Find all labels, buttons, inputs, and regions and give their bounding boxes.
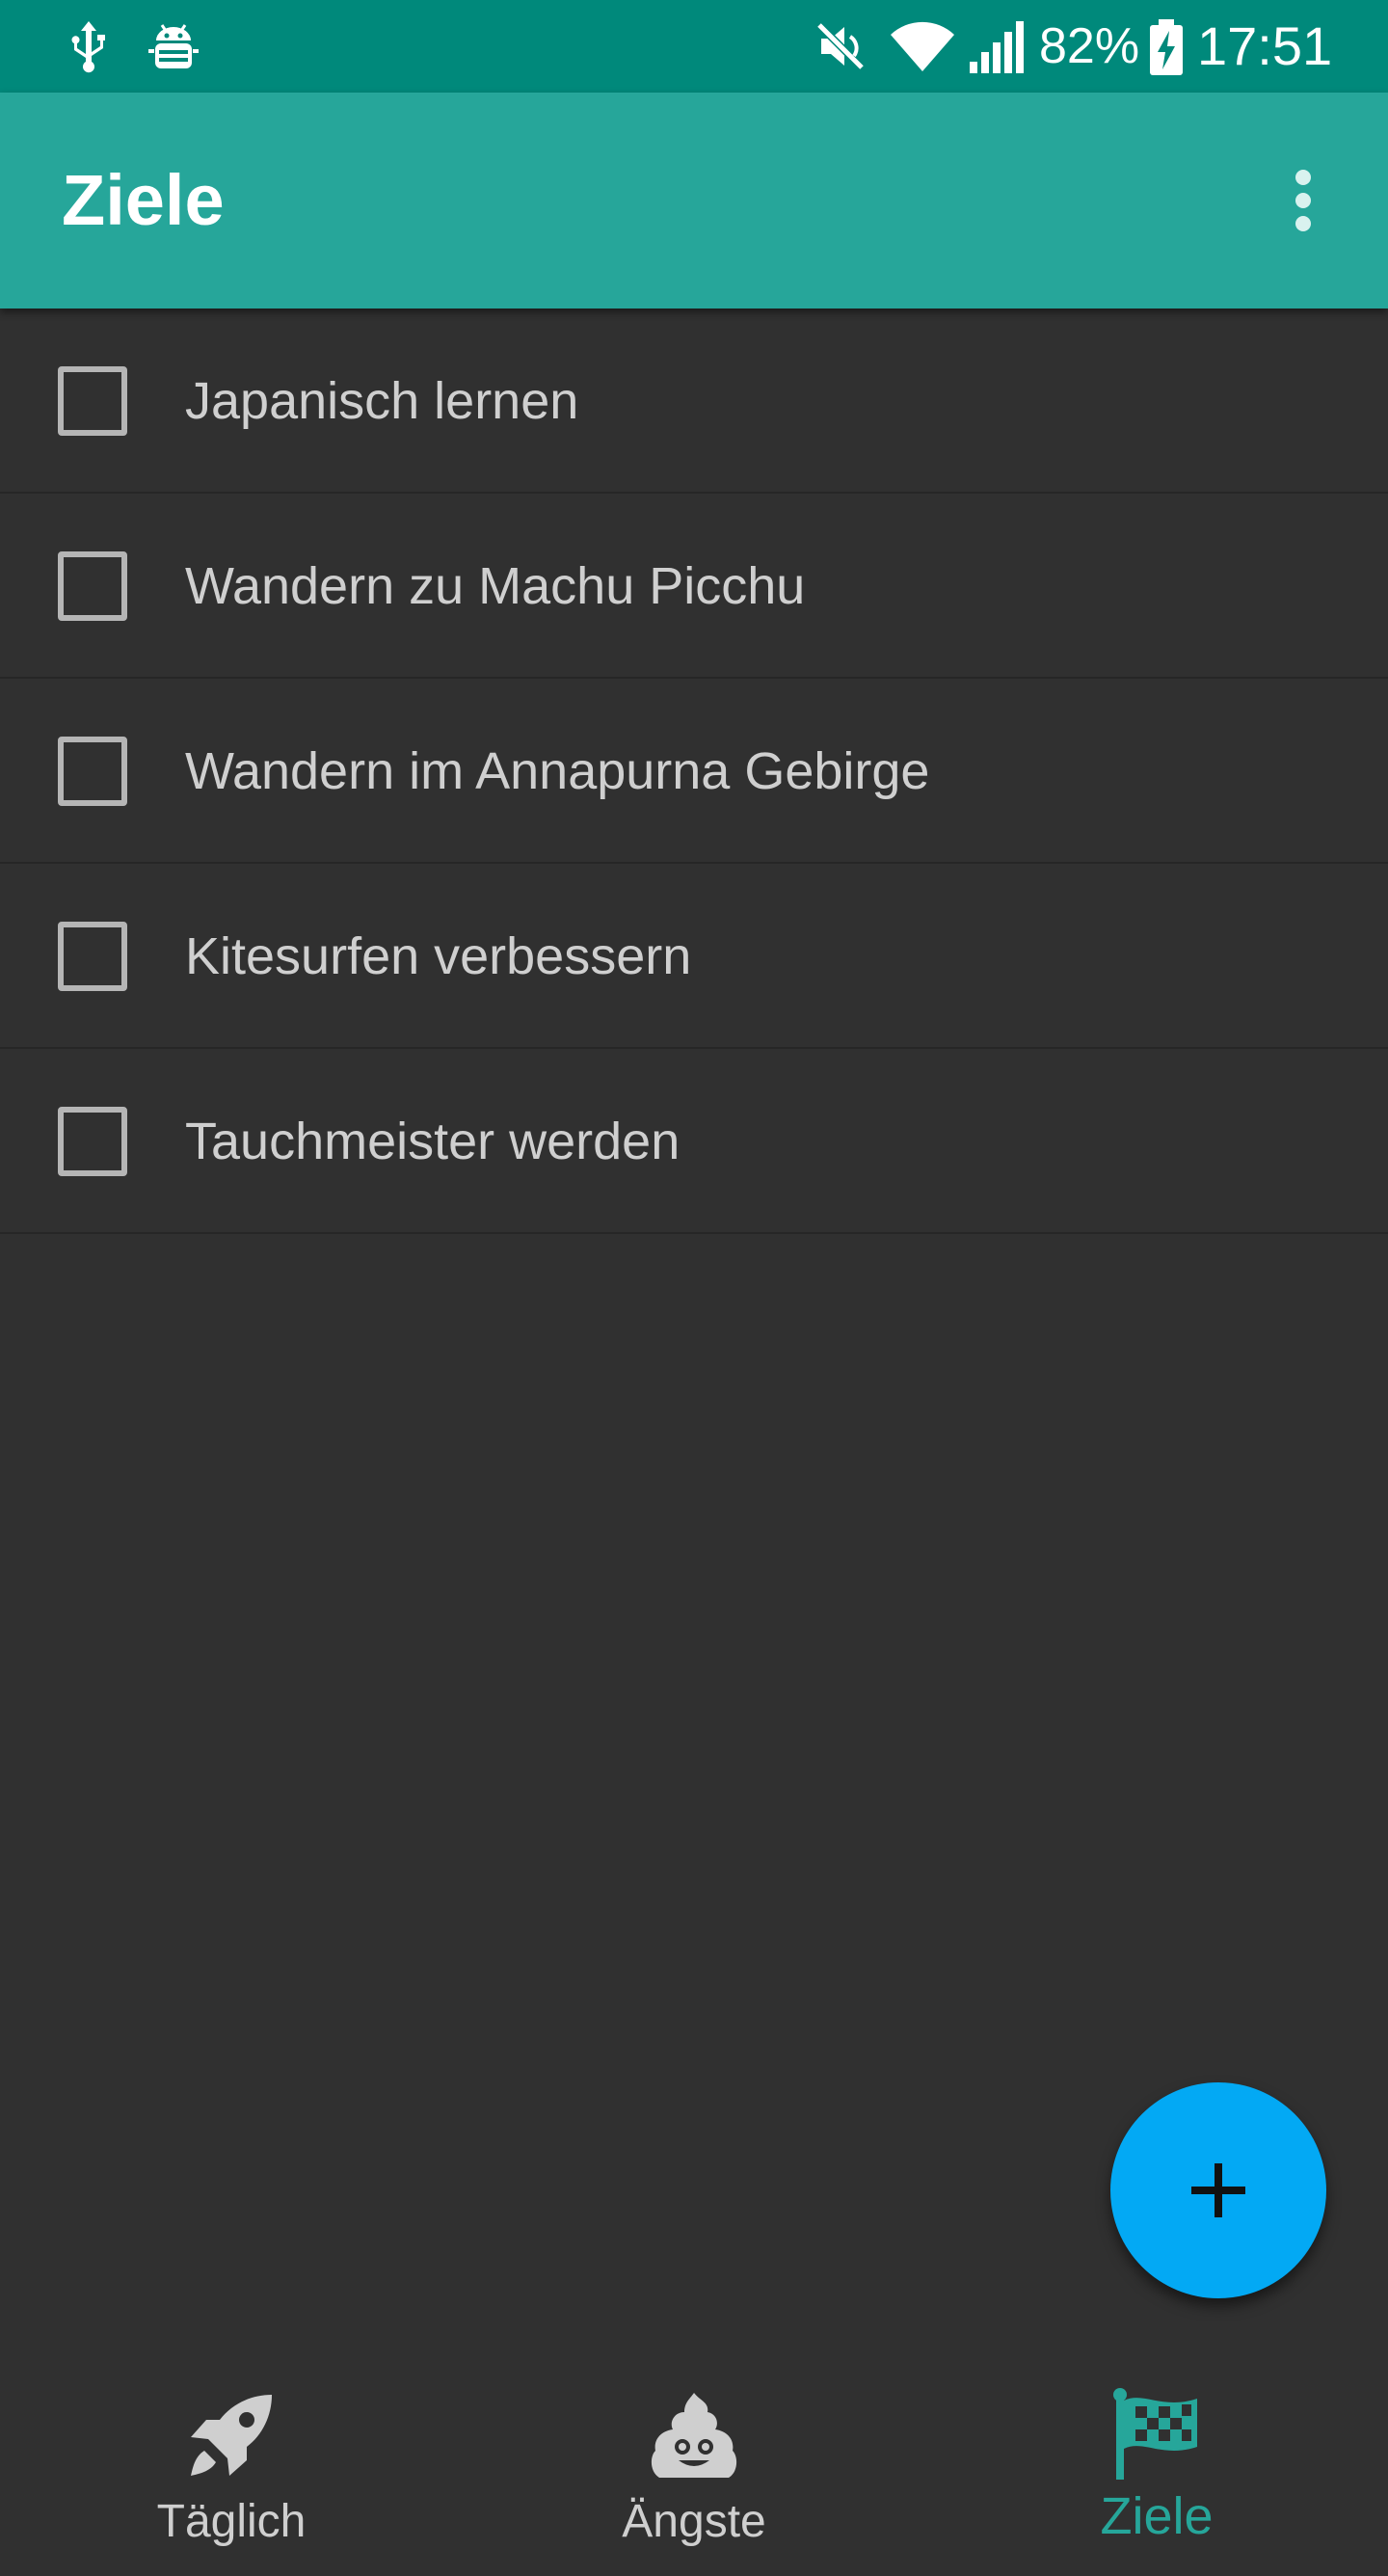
clock: 17:51	[1197, 15, 1333, 76]
list-item[interactable]: Wandern zu Machu Picchu	[0, 494, 1388, 679]
list-item[interactable]: Japanisch lernen	[0, 309, 1388, 494]
goal-checkbox[interactable]	[58, 551, 127, 621]
nav-label: Täglich	[156, 2496, 307, 2547]
add-goal-button[interactable]	[1110, 2082, 1326, 2298]
battery-charging-icon	[1150, 19, 1183, 75]
nav-item-taeglich[interactable]: Täglich	[0, 2352, 463, 2576]
goal-label: Wandern im Annapurna Gebirge	[185, 742, 930, 800]
goal-checkbox[interactable]	[58, 922, 127, 991]
android-debug-icon	[148, 24, 199, 68]
rocket-icon	[191, 2395, 272, 2476]
nav-label: Ängste	[622, 2496, 766, 2547]
goal-list: Japanisch lernen Wandern zu Machu Picchu…	[0, 309, 1388, 1234]
goal-label: Kitesurfen verbessern	[185, 927, 692, 985]
poop-icon	[651, 2393, 737, 2478]
goal-checkbox[interactable]	[58, 366, 127, 436]
checkered-flag-icon	[1113, 2388, 1197, 2480]
goal-label: Japanisch lernen	[185, 372, 579, 430]
signal-icon	[970, 21, 1024, 73]
list-item[interactable]: Tauchmeister werden	[0, 1049, 1388, 1234]
screen: 82% 17:51 Ziele Japanisch lernen Wandern…	[0, 0, 1388, 2576]
status-bar: 82% 17:51	[0, 0, 1388, 93]
app-bar: Ziele	[0, 93, 1388, 309]
nav-label: Ziele	[1100, 2487, 1214, 2545]
bottom-navigation: Täglich Ängste Ziele	[0, 2352, 1388, 2576]
wifi-icon	[891, 21, 954, 71]
plus-icon	[1191, 2163, 1245, 2217]
goal-label: Wandern zu Machu Picchu	[185, 557, 806, 615]
more-options-button[interactable]	[1274, 160, 1332, 241]
usb-icon	[71, 21, 105, 73]
nav-item-aengste[interactable]: Ängste	[463, 2352, 925, 2576]
battery-percent: 82%	[1039, 18, 1140, 74]
goal-checkbox[interactable]	[58, 737, 127, 806]
nav-item-ziele[interactable]: Ziele	[925, 2352, 1388, 2576]
list-item[interactable]: Wandern im Annapurna Gebirge	[0, 679, 1388, 864]
page-title: Ziele	[62, 160, 225, 240]
list-item[interactable]: Kitesurfen verbessern	[0, 864, 1388, 1049]
goal-checkbox[interactable]	[58, 1107, 127, 1176]
mute-icon	[814, 20, 867, 72]
goal-label: Tauchmeister werden	[185, 1113, 681, 1170]
